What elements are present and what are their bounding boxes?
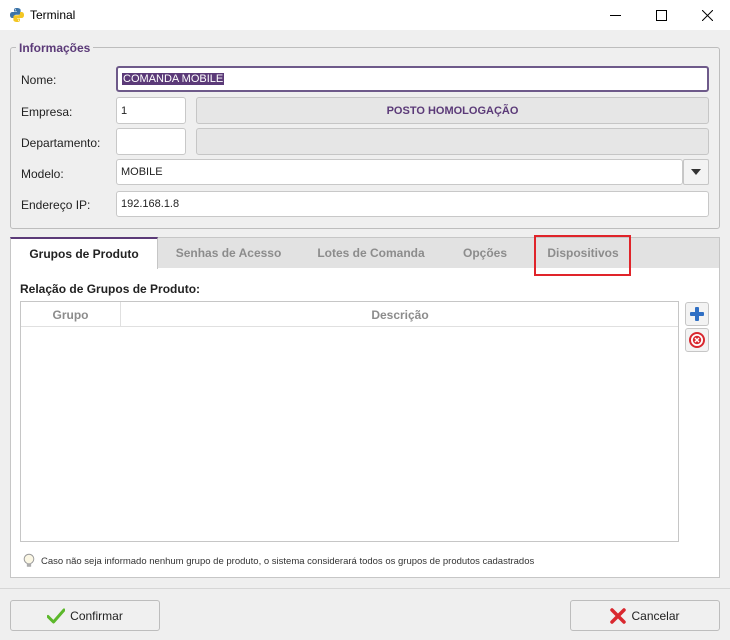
lightbulb-icon	[23, 553, 35, 567]
close-icon	[701, 9, 713, 21]
add-grupo-button[interactable]	[685, 302, 709, 326]
modelo-label: Modelo:	[21, 167, 64, 181]
title-bar: Terminal	[0, 0, 730, 30]
empresa-name-field: POSTO HOMOLOGAÇÃO	[196, 97, 709, 124]
modelo-value: MOBILE	[121, 166, 163, 178]
nome-label: Nome:	[21, 73, 57, 87]
table-header: Grupo Descrição	[21, 302, 678, 327]
ip-label: Endereço IP:	[21, 198, 91, 212]
modelo-dropdown-button[interactable]	[683, 159, 709, 185]
plus-icon	[690, 307, 704, 321]
dispositivos-highlight-box	[534, 235, 631, 276]
departamento-code-input[interactable]	[116, 128, 186, 155]
grupos-hint-text: Caso não seja informado nenhum grupo de …	[41, 556, 535, 567]
chevron-down-icon	[691, 169, 701, 175]
remove-grupo-button[interactable]	[685, 328, 709, 352]
nome-value: COMANDA MOBILE	[122, 73, 225, 85]
empresa-label: Empresa:	[21, 105, 73, 119]
tab-lotes-de-comanda[interactable]: Lotes de Comanda	[305, 237, 437, 269]
tab-senhas-de-acesso[interactable]: Senhas de Acesso	[160, 237, 297, 269]
python-icon	[10, 8, 24, 22]
cancel-button[interactable]: Cancelar	[570, 600, 720, 631]
modelo-select[interactable]: MOBILE	[116, 159, 683, 185]
remove-icon	[689, 332, 705, 348]
bottom-separator	[0, 588, 730, 589]
minimize-button[interactable]	[592, 0, 638, 30]
checkmark-icon	[47, 608, 66, 623]
info-legend: Informações	[16, 41, 94, 55]
nome-input[interactable]: COMANDA MOBILE	[116, 66, 709, 92]
departamento-label: Departamento:	[21, 136, 101, 150]
tab-grupos-de-produto[interactable]: Grupos de Produto	[10, 237, 158, 269]
grupos-table[interactable]: Grupo Descrição	[20, 301, 679, 542]
maximize-button[interactable]	[638, 0, 684, 30]
maximize-icon	[655, 9, 667, 21]
ip-value: 192.168.1.8	[121, 198, 180, 210]
confirm-button[interactable]: Confirmar	[10, 600, 160, 631]
column-header-grupo[interactable]: Grupo	[21, 302, 121, 327]
window-title: Terminal	[30, 8, 76, 22]
departamento-name-field	[196, 128, 709, 155]
tab-opcoes[interactable]: Opções	[445, 237, 525, 269]
empresa-name-value: POSTO HOMOLOGAÇÃO	[386, 104, 519, 117]
column-header-descricao[interactable]: Descrição	[122, 302, 678, 327]
confirm-label: Confirmar	[70, 608, 123, 623]
close-button[interactable]	[684, 0, 730, 30]
empresa-code-input[interactable]: 1	[116, 97, 186, 124]
empresa-code-value: 1	[121, 104, 128, 117]
minimize-icon	[609, 14, 621, 16]
grupos-section-title: Relação de Grupos de Produto:	[20, 282, 201, 296]
cancel-x-icon	[610, 607, 627, 624]
ip-input[interactable]: 192.168.1.8	[116, 191, 709, 217]
cancel-label: Cancelar	[631, 608, 680, 623]
